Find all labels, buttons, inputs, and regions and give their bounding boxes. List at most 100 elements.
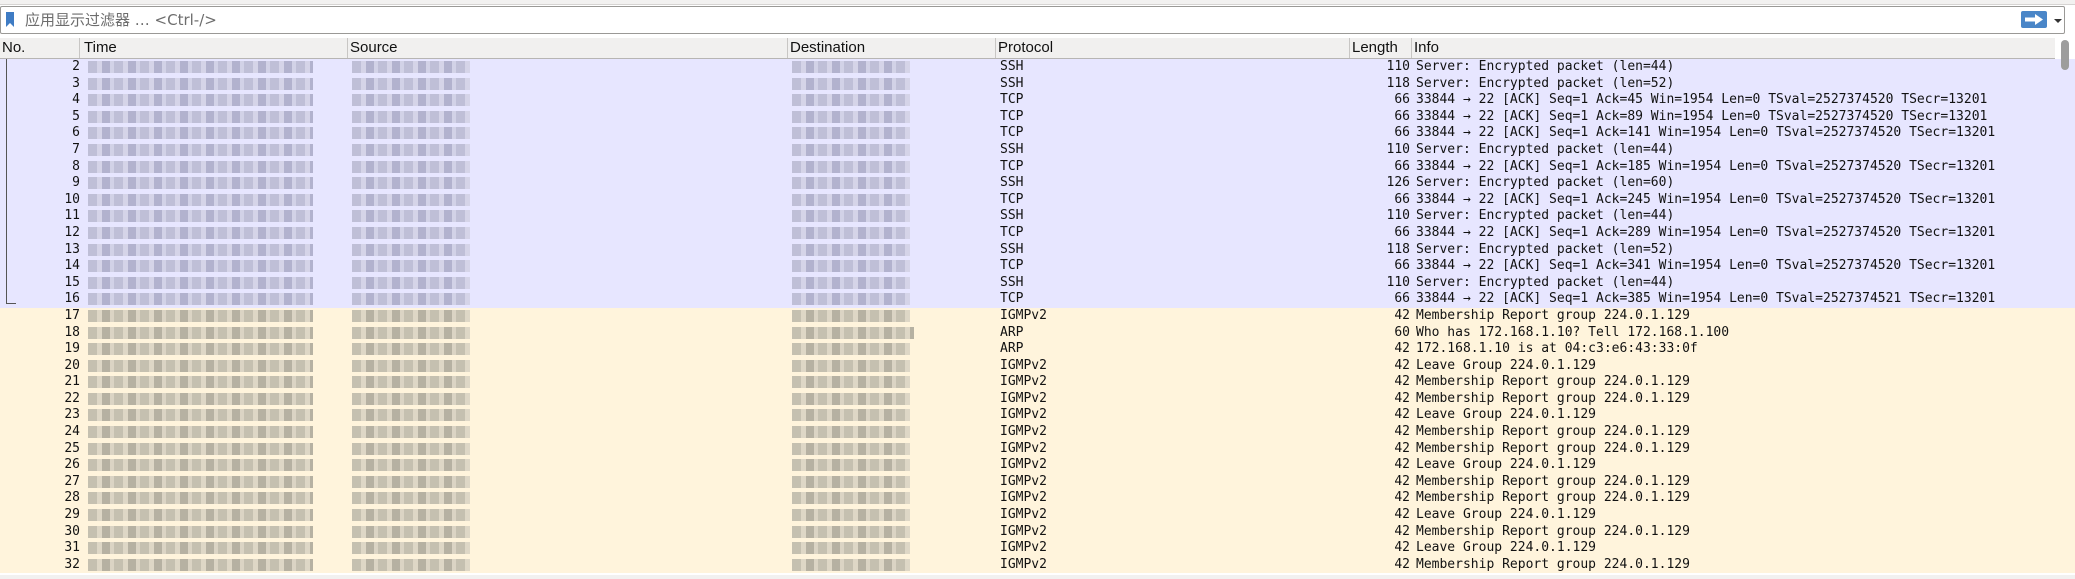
cell-time	[88, 275, 313, 292]
cell-protocol: IGMPv2	[1000, 374, 1047, 390]
cell-length: 66	[1394, 258, 1410, 274]
cell-protocol: ARP	[1000, 341, 1024, 357]
redacted-value	[88, 276, 313, 289]
vertical-scrollbar[interactable]	[2058, 38, 2072, 579]
column-header-length[interactable]: Length	[1350, 38, 1412, 58]
cell-source	[352, 192, 470, 209]
table-row[interactable]: 19 ARP 42 172.168.1.10 is at 04:c3:e6:43:33…	[0, 341, 2075, 358]
table-row[interactable]: 29 IGMPv2 42 Leave Group 224.0.1.129	[0, 507, 2075, 524]
table-row[interactable]: 28 IGMPv2 42 Membership Report group 224.0.…	[0, 490, 2075, 508]
redacted-value	[352, 492, 470, 505]
cell-time	[88, 308, 313, 325]
column-header-info[interactable]: Info	[1412, 38, 2055, 58]
cell-length: 42	[1394, 407, 1410, 423]
table-row[interactable]: 16 TCP 66 33844 → 22 [ACK] Seq=1 Ack=385 Wi…	[0, 291, 2075, 308]
cell-protocol: IGMPv2	[1000, 540, 1047, 556]
cell-protocol: TCP	[1000, 191, 1024, 207]
table-row[interactable]: 20 IGMPv2 42 Leave Group 224.0.1.129	[0, 357, 2075, 375]
cell-length: 110	[1386, 59, 1410, 74]
cell-destination	[792, 424, 914, 441]
table-row[interactable]: 6 TCP 66 33844 → 22 [ACK] Seq=1 Ack=141 Win…	[0, 125, 2075, 142]
table-row[interactable]: 22 IGMPv2 42 Membership Report group 224.0.…	[0, 390, 2075, 408]
table-row[interactable]: 2 SSH 110 Server: Encrypted packet (len=44)	[0, 59, 2075, 76]
redacted-value	[792, 127, 910, 140]
redacted-value	[88, 392, 313, 405]
table-row[interactable]: 27 IGMPv2 42 Membership Report group 224.0.…	[0, 473, 2075, 491]
redacted-value	[88, 542, 313, 555]
cell-length: 118	[1386, 241, 1410, 257]
cell-destination	[792, 92, 914, 109]
cell-protocol: IGMPv2	[1000, 390, 1047, 406]
bookmark-icon[interactable]	[5, 12, 15, 28]
cell-destination	[792, 225, 914, 242]
cell-time	[88, 507, 313, 524]
redacted-value	[88, 210, 313, 223]
cell-time	[88, 341, 313, 358]
cell-source	[352, 225, 470, 242]
table-row[interactable]: 30 IGMPv2 42 Membership Report group 224.0.…	[0, 523, 2075, 541]
cell-length: 42	[1394, 523, 1410, 539]
column-header-destination[interactable]: Destination	[788, 38, 996, 58]
cell-protocol: ARP	[1000, 324, 1024, 340]
table-row[interactable]: 26 IGMPv2 42 Leave Group 224.0.1.129	[0, 457, 2075, 474]
redacted-value	[792, 558, 910, 571]
cell-source	[352, 242, 470, 259]
redacted-value	[88, 343, 313, 356]
pane-divider	[0, 575, 2075, 579]
cell-length: 118	[1386, 75, 1410, 91]
cell-no: 29	[64, 507, 80, 523]
column-header-no[interactable]: No.	[0, 38, 80, 58]
table-row[interactable]: 32 IGMPv2 42 Membership Report group 224.0.…	[0, 556, 2075, 574]
table-row[interactable]: 23 IGMPv2 42 Leave Group 224.0.1.129	[0, 407, 2075, 425]
table-row[interactable]: 24 IGMPv2 42 Membership Report group 224.0.…	[0, 424, 2075, 441]
table-row[interactable]: 17 IGMPv2 42 Membership Report group 224.0.…	[0, 307, 2075, 325]
table-row[interactable]: 18 ARP 60 Who has 172.168.1.10? Tell 172.16…	[0, 324, 2075, 342]
cell-destination	[792, 374, 914, 391]
table-row[interactable]: 10 TCP 66 33844 → 22 [ACK] Seq=1 Ack=245 Wi…	[0, 191, 2075, 209]
redacted-value	[88, 226, 313, 239]
table-row[interactable]: 31 IGMPv2 42 Leave Group 224.0.1.129	[0, 540, 2075, 557]
conversation-bracket	[6, 59, 16, 304]
packet-list-header: No. Time Source Destination Protocol Len…	[0, 38, 2055, 59]
redacted-value	[352, 475, 470, 488]
scrollbar-thumb[interactable]	[2061, 40, 2069, 70]
table-row[interactable]: 5 TCP 66 33844 → 22 [ACK] Seq=1 Ack=89 Win=…	[0, 108, 2075, 126]
table-row[interactable]: 4 TCP 66 33844 → 22 [ACK] Seq=1 Ack=45 Win=…	[0, 92, 2075, 109]
table-row[interactable]: 21 IGMPv2 42 Membership Report group 224.0.…	[0, 374, 2075, 391]
cell-info: 172.168.1.10 is at 04:c3:e6:43:33:0f	[1416, 341, 1698, 357]
column-header-protocol[interactable]: Protocol	[996, 38, 1350, 58]
cell-source	[352, 490, 470, 507]
cell-destination	[792, 524, 914, 541]
cell-info: Server: Encrypted packet (len=44)	[1416, 274, 1675, 290]
redacted-value	[88, 243, 313, 256]
column-header-source[interactable]: Source	[348, 38, 788, 58]
table-row[interactable]: 8 TCP 66 33844 → 22 [ACK] Seq=1 Ack=185 Win…	[0, 158, 2075, 176]
cell-destination	[792, 341, 914, 358]
table-row[interactable]: 14 TCP 66 33844 → 22 [ACK] Seq=1 Ack=341 Wi…	[0, 258, 2075, 275]
column-header-time[interactable]: Time	[82, 38, 348, 58]
cell-length: 66	[1394, 291, 1410, 307]
cell-info: Leave Group 224.0.1.129	[1416, 407, 1597, 423]
cell-protocol: TCP	[1000, 92, 1024, 108]
table-row[interactable]: 3 SSH 118 Server: Encrypted packet (len=52)	[0, 75, 2075, 93]
redacted-value	[88, 160, 313, 173]
cell-length: 42	[1394, 424, 1410, 440]
table-row[interactable]: 15 SSH 110 Server: Encrypted packet (len=44…	[0, 274, 2075, 292]
display-filter-input[interactable]	[25, 9, 2005, 31]
apply-filter-button[interactable]	[2021, 11, 2047, 28]
table-row[interactable]: 13 SSH 118 Server: Encrypted packet (len=52…	[0, 241, 2075, 259]
cell-source	[352, 76, 470, 93]
redacted-value	[352, 127, 470, 140]
cell-source	[352, 291, 470, 308]
redacted-value	[352, 143, 470, 156]
cell-destination	[792, 175, 914, 192]
redacted-value	[792, 492, 910, 505]
cell-length: 42	[1394, 490, 1410, 506]
table-row[interactable]: 9 SSH 126 Server: Encrypted packet (len=60)	[0, 175, 2075, 192]
cell-length: 42	[1394, 307, 1410, 323]
table-row[interactable]: 7 SSH 110 Server: Encrypted packet (len=44)	[0, 141, 2075, 159]
filter-history-dropdown[interactable]	[2053, 13, 2063, 27]
table-row[interactable]: 11 SSH 110 Server: Encrypted packet (len=44…	[0, 208, 2075, 225]
table-row[interactable]: 25 IGMPv2 42 Membership Report group 224.0.…	[0, 440, 2075, 458]
table-row[interactable]: 12 TCP 66 33844 → 22 [ACK] Seq=1 Ack=289 Wi…	[0, 224, 2075, 242]
